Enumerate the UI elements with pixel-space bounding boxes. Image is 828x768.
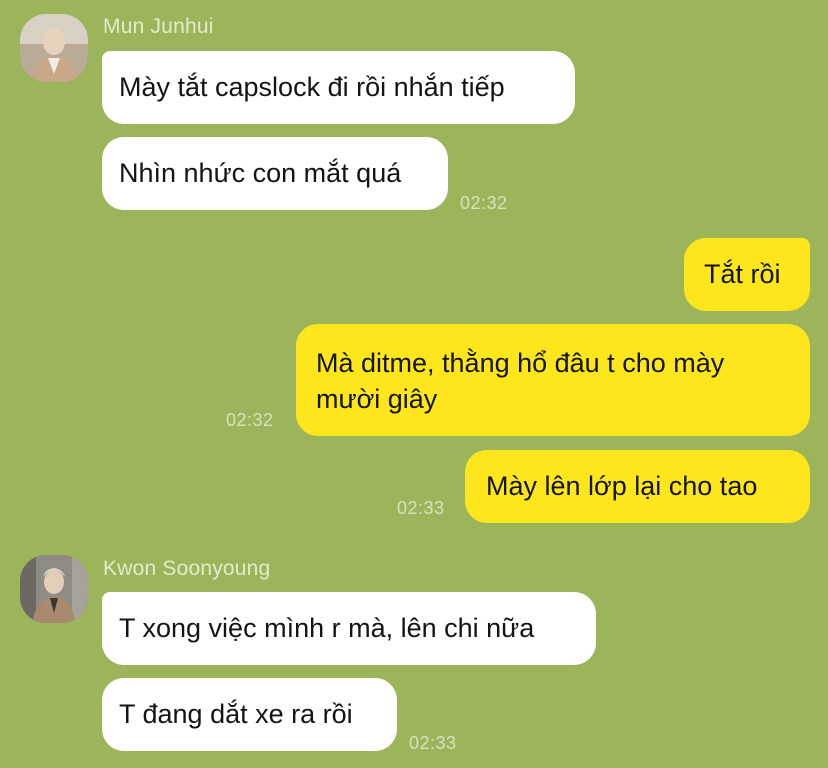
message-text-line: mười giây — [316, 384, 438, 414]
sender-name: Kwon Soonyoung — [103, 557, 271, 580]
avatar-mun-junhui[interactable] — [20, 14, 88, 82]
message-text: Nhìn nhức con mắt quá — [119, 158, 402, 188]
message-bubble[interactable]: Tắt rồi — [684, 238, 810, 311]
message-timestamp: 02:33 — [397, 498, 445, 518]
message-bubble[interactable]: Mày lên lớp lại cho tao — [465, 450, 810, 523]
message-text: T đang dắt xe ra rồi — [119, 699, 353, 729]
message-bubble[interactable]: Nhìn nhức con mắt quá — [102, 137, 448, 210]
sender-name: Mun Junhui — [103, 15, 214, 38]
message-bubble[interactable]: Mà ditme, thằng hổ đâu t cho mày mười gi… — [296, 324, 810, 436]
message-timestamp: 02:33 — [409, 733, 457, 753]
message-text-line: Mà ditme, thằng hổ đâu t cho mày — [316, 348, 725, 378]
message-timestamp: 02:32 — [460, 193, 508, 213]
message-bubble[interactable]: Mày tắt capslock đi rồi nhắn tiếp — [102, 51, 575, 124]
message-bubble[interactable]: T xong việc mình r mà, lên chi nữa — [102, 592, 596, 665]
message-bubble[interactable]: T đang dắt xe ra rồi — [102, 678, 397, 751]
message-timestamp: 02:32 — [226, 410, 274, 430]
message-text: Mày lên lớp lại cho tao — [486, 471, 758, 501]
avatar-kwon-soonyoung[interactable] — [20, 555, 88, 623]
message-text: T xong việc mình r mà, lên chi nữa — [119, 613, 535, 643]
message-text: Tắt rồi — [704, 259, 781, 289]
avatar-photo-icon — [20, 14, 88, 82]
avatar-photo-icon — [20, 555, 88, 623]
message-text: Mày tắt capslock đi rồi nhắn tiếp — [119, 72, 505, 102]
